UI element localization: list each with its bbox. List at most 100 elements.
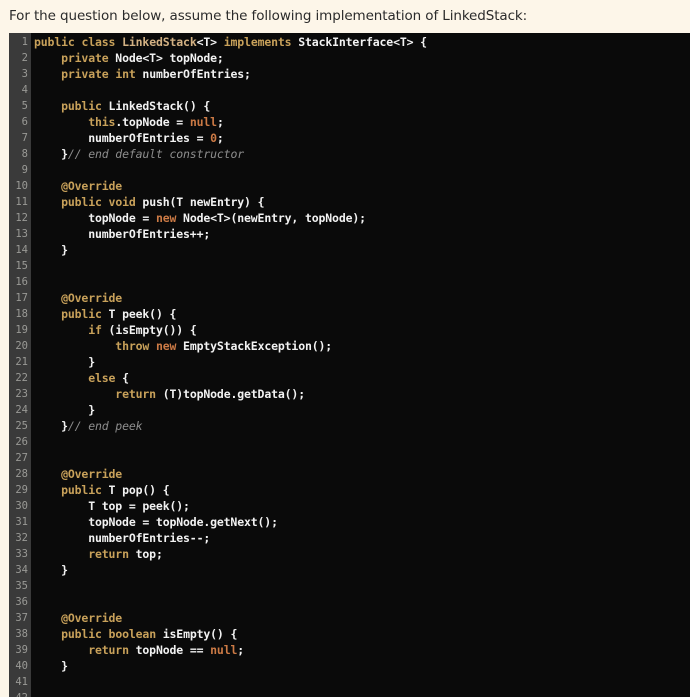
line-number: 32 [15,532,28,544]
code-token: new [155,339,177,353]
code-line: numberOfEntries--; [34,530,690,546]
line-number: 1 [21,36,28,48]
code-token: void [108,195,136,209]
code-token: topNode = topNode.getNext(); [34,515,278,529]
code-line: numberOfEntries++; [34,226,690,242]
line-number: 8 [21,148,28,160]
code-line: @Override [34,178,690,194]
code-line: public boolean isEmpty() { [34,626,690,642]
line-number: 19 [15,324,28,336]
line-number: 20 [15,340,28,352]
code-token: numberOfEntries = [34,131,211,145]
code-token: topNode == [128,643,211,657]
code-token: } [34,563,68,577]
code-token: ; [216,115,224,129]
line-number: 35 [15,580,28,592]
code-line: public T peek() { [34,306,690,322]
code-token: <T> [196,35,224,49]
code-token: .topNode = [115,115,190,129]
code-token: numberOfEntries++; [34,227,211,241]
code-token: Node<T> topNode; [108,51,224,65]
line-number: 2 [21,52,28,64]
code-token: return [88,547,129,561]
code-line: return topNode == null; [34,642,690,658]
code-token: top; [128,547,163,561]
code-token: T peek() { [101,307,177,321]
code-line: public LinkedStack() { [34,98,690,114]
line-number: 25 [15,420,28,432]
code-token: @Override [61,291,123,305]
line-number: 6 [21,116,28,128]
line-number: 18 [15,308,28,320]
code-line: @Override [34,610,690,626]
code-token: push(T newEntry) { [135,195,265,209]
code-token: return [115,387,156,401]
code-token: int [115,67,136,81]
line-number-gutter: 1 2 3 4 5 6 7 8 9 10 11 12 13 14 15 16 17 18 19 20 21 22 23 24 2… [9,33,31,697]
code-line: return (T)topNode.getData(); [34,386,690,402]
code-token: this [88,115,116,129]
code-token: // end peek [67,419,143,433]
code-line: public class LinkedStack<T> implements S… [34,34,690,50]
question-prompt-text: For the question below, assume the follo… [9,8,528,24]
code-line: } [34,658,690,674]
code-line: } [34,354,690,370]
code-token: ; [216,131,224,145]
code-token: public [61,195,102,209]
line-number: 3 [21,68,28,80]
code-line: } [34,562,690,578]
code-token: public [61,627,102,641]
line-number: 10 [15,180,28,192]
code-token: (isEmpty()) { [101,323,197,337]
line-number: 31 [15,516,28,528]
line-number: 11 [15,196,28,208]
code-token: EmptyStackException(); [176,339,333,353]
line-number: 4 [21,84,28,96]
line-number: 36 [15,596,28,608]
code-token: Node<T>(newEntry, topNode); [176,211,366,225]
code-token: @Override [61,467,123,481]
line-number: 27 [15,452,28,464]
code-token: @Override [61,179,123,193]
line-number: 21 [15,356,28,368]
line-number: 40 [15,660,28,672]
code-line: }// end peek [34,418,690,434]
line-number: 15 [15,260,28,272]
code-line: } [34,242,690,258]
code-line: this.topNode = null; [34,114,690,130]
code-token: numberOfEntries--; [34,531,211,545]
page-root: For the question below, assume the follo… [0,0,690,697]
code-token: private [61,51,109,65]
code-line: topNode = topNode.getNext(); [34,514,690,530]
line-number: 22 [15,372,28,384]
line-number: 17 [15,292,28,304]
code-line: T top = peek(); [34,498,690,514]
code-line: @Override [34,290,690,306]
code-content-area[interactable]: public class LinkedStack<T> implements S… [31,33,690,697]
line-number: 30 [15,500,28,512]
code-token: return [88,643,129,657]
code-token: else [88,371,116,385]
line-number: 14 [15,244,28,256]
code-line: } [34,402,690,418]
line-number: 7 [21,132,28,144]
code-block: 1 2 3 4 5 6 7 8 9 10 11 12 13 14 15 16 17 18 19 20 21 22 23 24 2… [9,33,690,697]
code-token: ; [237,643,245,657]
code-line: if (isEmpty()) { [34,322,690,338]
code-token: @Override [61,611,123,625]
line-number: 29 [15,484,28,496]
